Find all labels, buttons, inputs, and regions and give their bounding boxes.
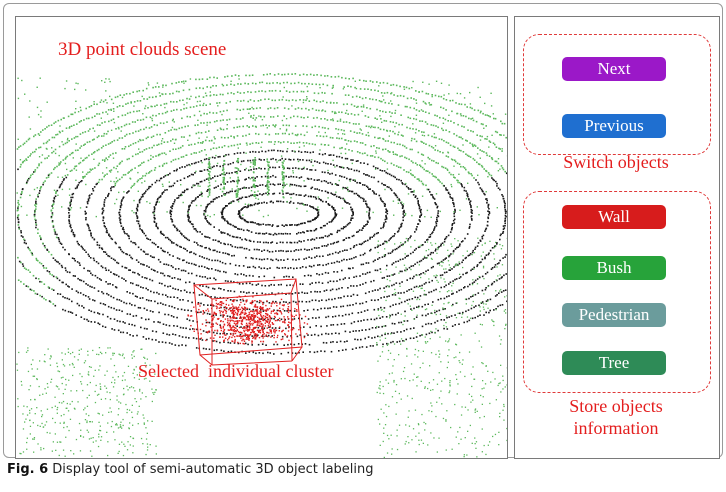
next-button[interactable]: Next	[562, 57, 666, 81]
display-tool-window: 3D point clouds scene Selected individua…	[3, 3, 723, 459]
figure-caption-text: Display tool of semi-automatic 3D object…	[52, 462, 374, 477]
store-objects-caption-line1: Store objects	[569, 396, 663, 416]
point-cloud-canvas[interactable]	[16, 17, 507, 458]
point-cloud-viewport[interactable]: 3D point clouds scene Selected individua…	[15, 16, 508, 459]
switch-objects-caption: Switch objects	[563, 152, 669, 172]
figure-number: Fig. 6	[7, 462, 49, 477]
scene-title: 3D point clouds scene	[58, 39, 227, 60]
store-objects-caption: Store objects information	[523, 395, 709, 439]
tree-button[interactable]: Tree	[562, 351, 666, 375]
pedestrian-button[interactable]: Pedestrian	[562, 303, 666, 327]
wall-button[interactable]: Wall	[562, 205, 666, 229]
selected-cluster-label: Selected individual cluster	[138, 361, 334, 381]
switch-objects-group: Next Previous	[523, 34, 711, 155]
labeling-panel: Next Previous Switch objects Wall Bush P…	[514, 16, 720, 459]
store-objects-caption-line2: information	[573, 418, 659, 438]
store-objects-group: Wall Bush Pedestrian Tree	[523, 191, 711, 393]
figure-caption: Fig. 6 Display tool of semi-automatic 3D…	[7, 462, 374, 477]
bush-button[interactable]: Bush	[562, 256, 666, 280]
previous-button[interactable]: Previous	[562, 114, 666, 138]
